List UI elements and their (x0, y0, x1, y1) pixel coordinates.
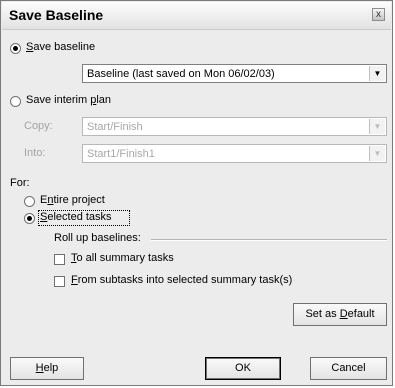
save-interim-label-pre: Save interim (26, 94, 91, 106)
to-all-summary-tasks-label[interactable]: To all summary tasks (71, 252, 174, 264)
baseline-select-value: Baseline (last saved on Mon 06/02/03) (87, 68, 275, 80)
save-interim-label-rest: lan (96, 94, 112, 106)
chevron-down-icon[interactable]: ▼ (369, 66, 385, 81)
ok-button[interactable]: OK (205, 357, 281, 380)
set-as-default-button[interactable]: Set as Default (293, 303, 387, 326)
entire-project-label[interactable]: Entire project (40, 194, 105, 206)
selected-tasks-label[interactable]: Selected tasks (38, 210, 130, 226)
save-baseline-dialog: Save Baseline x Save baseline Baseline (… (0, 0, 393, 386)
title-bar: Save Baseline x (2, 2, 391, 30)
save-baseline-radio[interactable] (10, 43, 21, 54)
baseline-select[interactable]: Baseline (last saved on Mon 06/02/03) ▼ (82, 64, 387, 83)
save-interim-plan-radio[interactable] (10, 96, 21, 107)
from-subtasks-label-accel: F (71, 274, 78, 286)
set-default-label-accel: D (339, 308, 348, 320)
dialog-title: Save Baseline (9, 7, 104, 23)
set-default-label-rest: efault (347, 308, 375, 320)
for-label: For: (10, 177, 30, 189)
cancel-button[interactable]: Cancel (310, 357, 387, 380)
from-subtasks-checkbox[interactable] (54, 276, 65, 287)
chevron-down-icon[interactable]: ▼ (369, 119, 385, 134)
save-baseline-label[interactable]: Save baseline (26, 41, 95, 53)
close-icon: x (376, 9, 381, 20)
help-label-accel: H (35, 362, 44, 374)
rollup-divider (151, 239, 387, 241)
copy-select-value: Start/Finish (87, 121, 143, 133)
from-subtasks-label[interactable]: From subtasks into selected summary task… (71, 274, 292, 286)
save-baseline-label-rest: ave baseline (33, 41, 96, 53)
from-subtasks-label-rest: rom subtasks into selected summary task(… (77, 274, 293, 286)
into-select[interactable]: Start1/Finish1 ▼ (82, 144, 387, 163)
into-label: Into: (24, 147, 46, 159)
copy-select[interactable]: Start/Finish ▼ (82, 117, 387, 136)
selected-tasks-radio[interactable] (24, 213, 35, 224)
close-button[interactable]: x (372, 8, 385, 21)
to-all-label-rest: o all summary tasks (76, 252, 174, 264)
copy-label: Copy: (24, 120, 53, 132)
entire-project-radio[interactable] (24, 196, 35, 207)
to-all-summary-tasks-checkbox[interactable] (54, 254, 65, 265)
into-select-value: Start1/Finish1 (87, 148, 155, 160)
chevron-down-icon[interactable]: ▼ (369, 146, 385, 161)
rollup-label: Roll up baselines: (54, 232, 141, 244)
help-label-rest: elp (43, 362, 59, 374)
save-interim-plan-label[interactable]: Save interim plan (26, 94, 111, 106)
entire-project-label-rest: tire project (53, 194, 105, 206)
help-button[interactable]: Help (10, 357, 84, 380)
focus-rectangle (38, 210, 130, 226)
set-default-label-pre: Set as (305, 308, 340, 320)
